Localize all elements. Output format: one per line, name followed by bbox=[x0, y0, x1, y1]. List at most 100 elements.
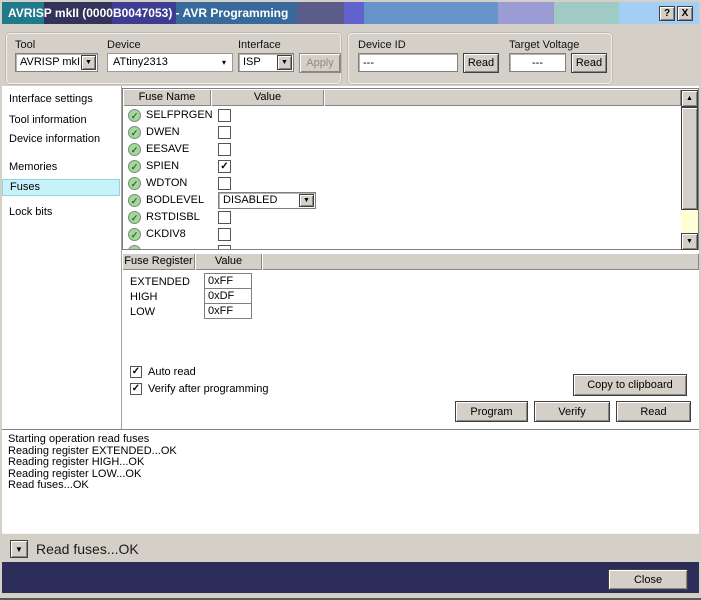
fuse-name: WDTON bbox=[146, 177, 188, 189]
chevron-down-icon: ▾ bbox=[221, 58, 226, 67]
fuse-checkbox[interactable]: ✓ bbox=[218, 160, 231, 173]
device-id-field[interactable] bbox=[358, 53, 458, 72]
status-ok-icon: ✓ bbox=[128, 143, 141, 156]
fuse-row-partial: ✓ bbox=[123, 243, 681, 249]
register-value-header: Value bbox=[195, 253, 262, 270]
register-name-header: Fuse Register bbox=[122, 253, 195, 270]
fuse-checkbox[interactable] bbox=[218, 126, 231, 139]
fuse-checkbox[interactable] bbox=[218, 143, 231, 156]
sidebar-item-memories[interactable]: Memories bbox=[2, 159, 120, 175]
fuse-name-header: Fuse Name bbox=[123, 89, 211, 106]
window-close-icon[interactable]: X bbox=[677, 6, 693, 21]
bodlevel-select[interactable]: DISABLED ▼ bbox=[218, 192, 316, 209]
verify-after-programming-checkbox[interactable]: ✓ bbox=[130, 383, 142, 395]
tool-select-value: AVRISP mkII bbox=[20, 56, 84, 68]
register-table-header: Fuse Register Value bbox=[122, 253, 699, 270]
fuse-row-rstdisbl: ✓ RSTDISBL bbox=[123, 209, 681, 226]
scroll-down-icon[interactable]: ▼ bbox=[681, 233, 698, 250]
fuse-table-scrollbar[interactable]: ▲ ▼ bbox=[681, 90, 698, 250]
register-low-field[interactable] bbox=[204, 303, 252, 319]
sidebar-item-interface-settings[interactable]: Interface settings bbox=[2, 91, 120, 107]
fuse-row-selfprgen: ✓ SELFPRGEN bbox=[123, 107, 681, 124]
scrollbar-thumb[interactable] bbox=[681, 107, 698, 210]
auto-read-label: Auto read bbox=[148, 366, 196, 378]
close-button[interactable]: Close bbox=[608, 569, 688, 590]
device-select-value: ATtiny2313 bbox=[113, 56, 168, 68]
status-ok-icon: ✓ bbox=[128, 109, 141, 122]
register-extended-field[interactable] bbox=[204, 273, 252, 289]
fuse-name: BODLEVEL bbox=[146, 194, 205, 206]
chevron-down-icon[interactable]: ▼ bbox=[81, 55, 96, 70]
fuse-row-eesave: ✓ EESAVE bbox=[123, 141, 681, 158]
register-name: LOW bbox=[130, 306, 156, 318]
status-dropdown-icon[interactable]: ▼ bbox=[10, 540, 28, 558]
fuse-row-spien: ✓ SPIEN ✓ bbox=[123, 158, 681, 175]
fuse-row-ckdiv8: ✓ CKDIV8 bbox=[123, 226, 681, 243]
register-filler-header bbox=[262, 253, 699, 270]
fuse-checkbox[interactable] bbox=[218, 245, 231, 249]
fuse-row-dwen: ✓ DWEN bbox=[123, 124, 681, 141]
register-name: EXTENDED bbox=[130, 276, 190, 288]
log-line: Read fuses...OK bbox=[8, 479, 89, 491]
fuse-table-header: Fuse Name Value bbox=[123, 89, 698, 106]
help-button[interactable]: ? bbox=[659, 6, 675, 21]
device-id-read-button[interactable]: Read bbox=[463, 53, 499, 73]
apply-button[interactable]: Apply bbox=[299, 53, 341, 73]
operation-log: Starting operation read fuses Reading re… bbox=[2, 429, 699, 533]
fuse-name: SELFPRGEN bbox=[146, 109, 213, 121]
chevron-down-icon[interactable]: ▼ bbox=[277, 55, 292, 70]
fuse-name: RSTDISBL bbox=[146, 211, 200, 223]
program-button[interactable]: Program bbox=[455, 401, 528, 422]
interface-select-value: ISP bbox=[243, 56, 261, 68]
log-line: Starting operation read fuses bbox=[8, 433, 150, 445]
device-id-label: Device ID bbox=[358, 39, 406, 51]
device-info-group: Device ID Read Target Voltage Read bbox=[348, 33, 612, 84]
status-ok-icon: ✓ bbox=[128, 177, 141, 190]
fuse-filler-header bbox=[324, 89, 681, 106]
target-voltage-read-button[interactable]: Read bbox=[571, 53, 607, 73]
fuse-row-bodlevel: ✓ BODLEVEL DISABLED ▼ bbox=[123, 192, 681, 209]
fuse-row-wdton: ✓ WDTON bbox=[123, 175, 681, 192]
target-voltage-field[interactable] bbox=[509, 53, 566, 72]
scroll-up-icon[interactable]: ▲ bbox=[681, 90, 698, 107]
sidebar-item-tool-information[interactable]: Tool information bbox=[2, 112, 120, 128]
scrollbar-track[interactable] bbox=[681, 210, 698, 233]
fuse-checkbox[interactable] bbox=[218, 109, 231, 122]
tool-select[interactable]: AVRISP mkII ▼ bbox=[15, 53, 98, 72]
fuse-table-body: ✓ SELFPRGEN ✓ DWEN ✓ EESAVE ✓ SPIEN ✓ ✓ bbox=[123, 106, 681, 249]
fuse-name: SPIEN bbox=[146, 160, 180, 172]
sidebar-item-fuses[interactable]: Fuses bbox=[2, 179, 120, 196]
interface-select[interactable]: ISP ▼ bbox=[238, 53, 294, 72]
chevron-down-icon[interactable]: ▼ bbox=[299, 194, 314, 207]
verify-button[interactable]: Verify bbox=[534, 401, 610, 422]
status-bar: ▼ Read fuses...OK bbox=[2, 533, 699, 562]
fuse-value-header: Value bbox=[211, 89, 324, 106]
sidebar-item-lock-bits[interactable]: Lock bits bbox=[2, 204, 120, 220]
fuse-name: CKDIV8 bbox=[146, 228, 186, 240]
status-message: Read fuses...OK bbox=[36, 541, 139, 557]
status-ok-icon: ✓ bbox=[128, 228, 141, 241]
status-ok-icon: ✓ bbox=[128, 160, 141, 173]
register-high-field[interactable] bbox=[204, 288, 252, 304]
sidebar-item-device-information[interactable]: Device information bbox=[2, 131, 120, 147]
connection-group: Tool AVRISP mkII ▼ Device ATtiny2313 ▾ I… bbox=[6, 33, 341, 84]
tool-label: Tool bbox=[15, 39, 36, 51]
status-ok-icon: ✓ bbox=[128, 126, 141, 139]
log-line: Reading register LOW...OK bbox=[8, 467, 142, 480]
read-button[interactable]: Read bbox=[616, 401, 691, 422]
title-bar[interactable]: AVRISP mkII (0000B0047053) - AVR Program… bbox=[2, 2, 699, 24]
device-select[interactable]: ATtiny2313 ▾ bbox=[107, 53, 233, 72]
interface-label: Interface bbox=[238, 39, 281, 51]
fuse-name: EESAVE bbox=[146, 143, 190, 155]
status-ok-icon: ✓ bbox=[128, 245, 141, 249]
fuse-checkbox[interactable] bbox=[218, 177, 231, 190]
fuse-name: DWEN bbox=[146, 126, 180, 138]
avr-programming-window: AVRISP mkII (0000B0047053) - AVR Program… bbox=[0, 0, 701, 600]
footer-bar: Close bbox=[2, 562, 699, 593]
copy-to-clipboard-button[interactable]: Copy to clipboard bbox=[573, 374, 687, 396]
fuse-checkbox[interactable] bbox=[218, 211, 231, 224]
auto-read-checkbox[interactable]: ✓ bbox=[130, 366, 142, 378]
fuse-checkbox[interactable] bbox=[218, 228, 231, 241]
window-title: AVRISP mkII (0000B0047053) - AVR Program… bbox=[8, 6, 289, 20]
register-name: HIGH bbox=[130, 291, 158, 303]
